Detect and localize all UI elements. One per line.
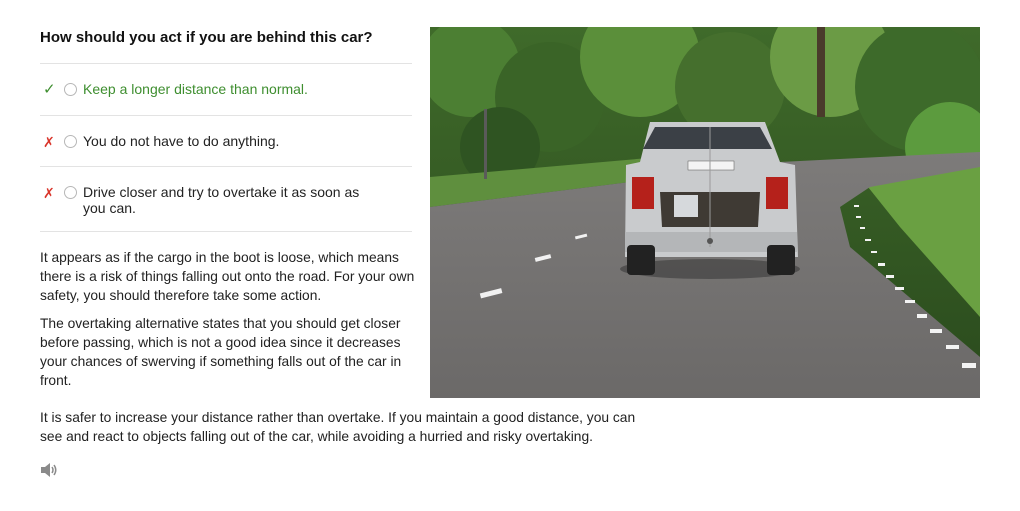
answer-option-2[interactable]: ✗ You do not have to do anything.: [40, 115, 412, 166]
cross-icon: ✗: [43, 185, 55, 201]
radio-button[interactable]: [64, 135, 77, 148]
radio-button[interactable]: [64, 83, 77, 96]
explanation-paragraph: The overtaking alternative states that y…: [40, 316, 402, 388]
cross-icon: ✗: [43, 134, 55, 150]
radio-button[interactable]: [64, 186, 77, 199]
check-icon: ✓: [43, 81, 56, 98]
explanation: It appears as if the cargo in the boot i…: [40, 248, 418, 399]
question-photo: [430, 27, 980, 398]
answer-list: ✓ Keep a longer distance than normal. ✗ …: [40, 63, 412, 232]
answer-label: Drive closer and try to overtake it as s…: [83, 184, 360, 216]
speaker-icon[interactable]: [40, 462, 58, 478]
answer-option-1[interactable]: ✓ Keep a longer distance than normal.: [40, 63, 412, 115]
explanation-paragraph: It appears as if the cargo in the boot i…: [40, 250, 415, 303]
question-title: How should you act if you are behind thi…: [40, 29, 373, 46]
answer-option-3[interactable]: ✗ Drive closer and try to overtake it as…: [40, 166, 412, 232]
answer-label: Keep a longer distance than normal.: [83, 81, 308, 97]
answer-label: You do not have to do anything.: [83, 133, 280, 149]
explanation-paragraph: It is safer to increase your distance ra…: [40, 410, 636, 444]
